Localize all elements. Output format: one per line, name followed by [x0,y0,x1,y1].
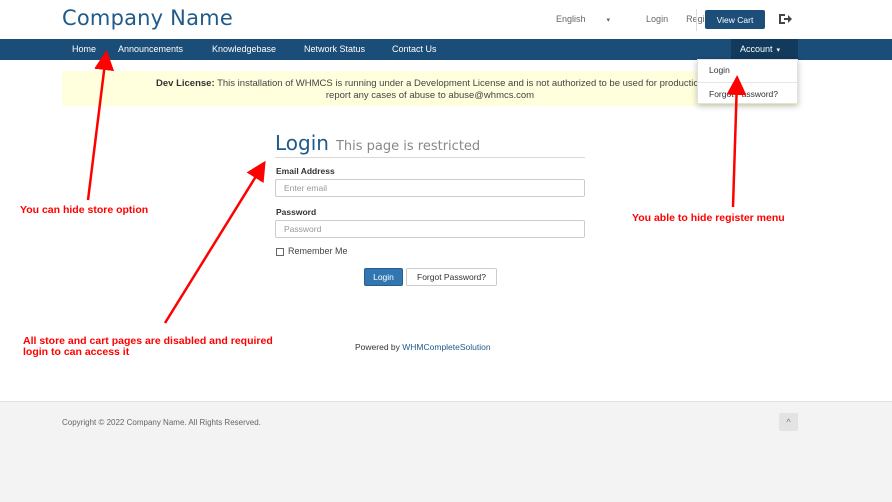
footer: Copyright © 2022 Company Name. All Right… [0,401,892,502]
password-field[interactable] [275,220,585,238]
page-title: Login This page is restricted [275,131,480,155]
login-title: Login [275,131,329,155]
nav-knowledgebase[interactable]: Knowledgebase [212,39,276,60]
language-selector[interactable]: English ▾ [556,14,628,24]
brand-logo[interactable]: Company Name [62,6,233,30]
title-divider [275,157,585,158]
nav-network-status[interactable]: Network Status [304,39,365,60]
caret-down-icon: ▾ [776,47,781,54]
dropdown-login[interactable]: Login [709,65,730,75]
powered-by: Powered by WHMCompleteSolution [355,342,491,352]
annotation-store: You can hide store option [20,204,149,216]
header-divider [696,9,697,31]
email-label: Email Address [276,166,335,176]
account-dropdown: Login Forgot Password? [697,59,798,104]
login-button[interactable]: Login [364,268,403,286]
email-field[interactable] [275,179,585,197]
dev-license-banner: Dev License: This installation of WHMCS … [62,71,798,106]
banner-label: Dev License: [156,78,215,89]
nav-contact-us[interactable]: Contact Us [392,39,437,60]
annotation-register: You able to hide register menu [632,212,785,224]
main-navbar: Home Announcements Knowledgebase Network… [0,39,892,60]
view-cart-button[interactable]: View Cart [705,10,765,29]
remember-me-checkbox[interactable] [276,248,284,256]
forgot-password-button[interactable]: Forgot Password? [406,268,497,286]
dropdown-forgot-password[interactable]: Forgot Password? [709,89,778,99]
login-link[interactable]: Login [646,14,668,24]
caret-down-icon: ▾ [606,17,611,24]
nav-announcements[interactable]: Announcements [118,39,183,60]
remember-me-label[interactable]: Remember Me [288,246,348,256]
banner-text: This installation of WHMCS is running un… [214,78,704,89]
login-subtitle: This page is restricted [335,139,481,154]
banner-line2: report any cases of abuse to abuse@whmcs… [325,90,535,101]
password-label: Password [276,207,317,217]
annotation-cart-line2: login to can access it [23,346,130,358]
copyright-text: Copyright © 2022 Company Name. All Right… [62,418,261,427]
arrow-to-login-title [163,160,266,324]
back-to-top-button[interactable]: ^ [779,413,798,431]
account-menu[interactable]: Account ▾ [731,39,798,60]
dropdown-divider [698,82,797,83]
nav-home[interactable]: Home [72,39,96,60]
powered-by-link[interactable]: WHMCompleteSolution [402,342,490,352]
logout-icon[interactable] [777,11,793,27]
